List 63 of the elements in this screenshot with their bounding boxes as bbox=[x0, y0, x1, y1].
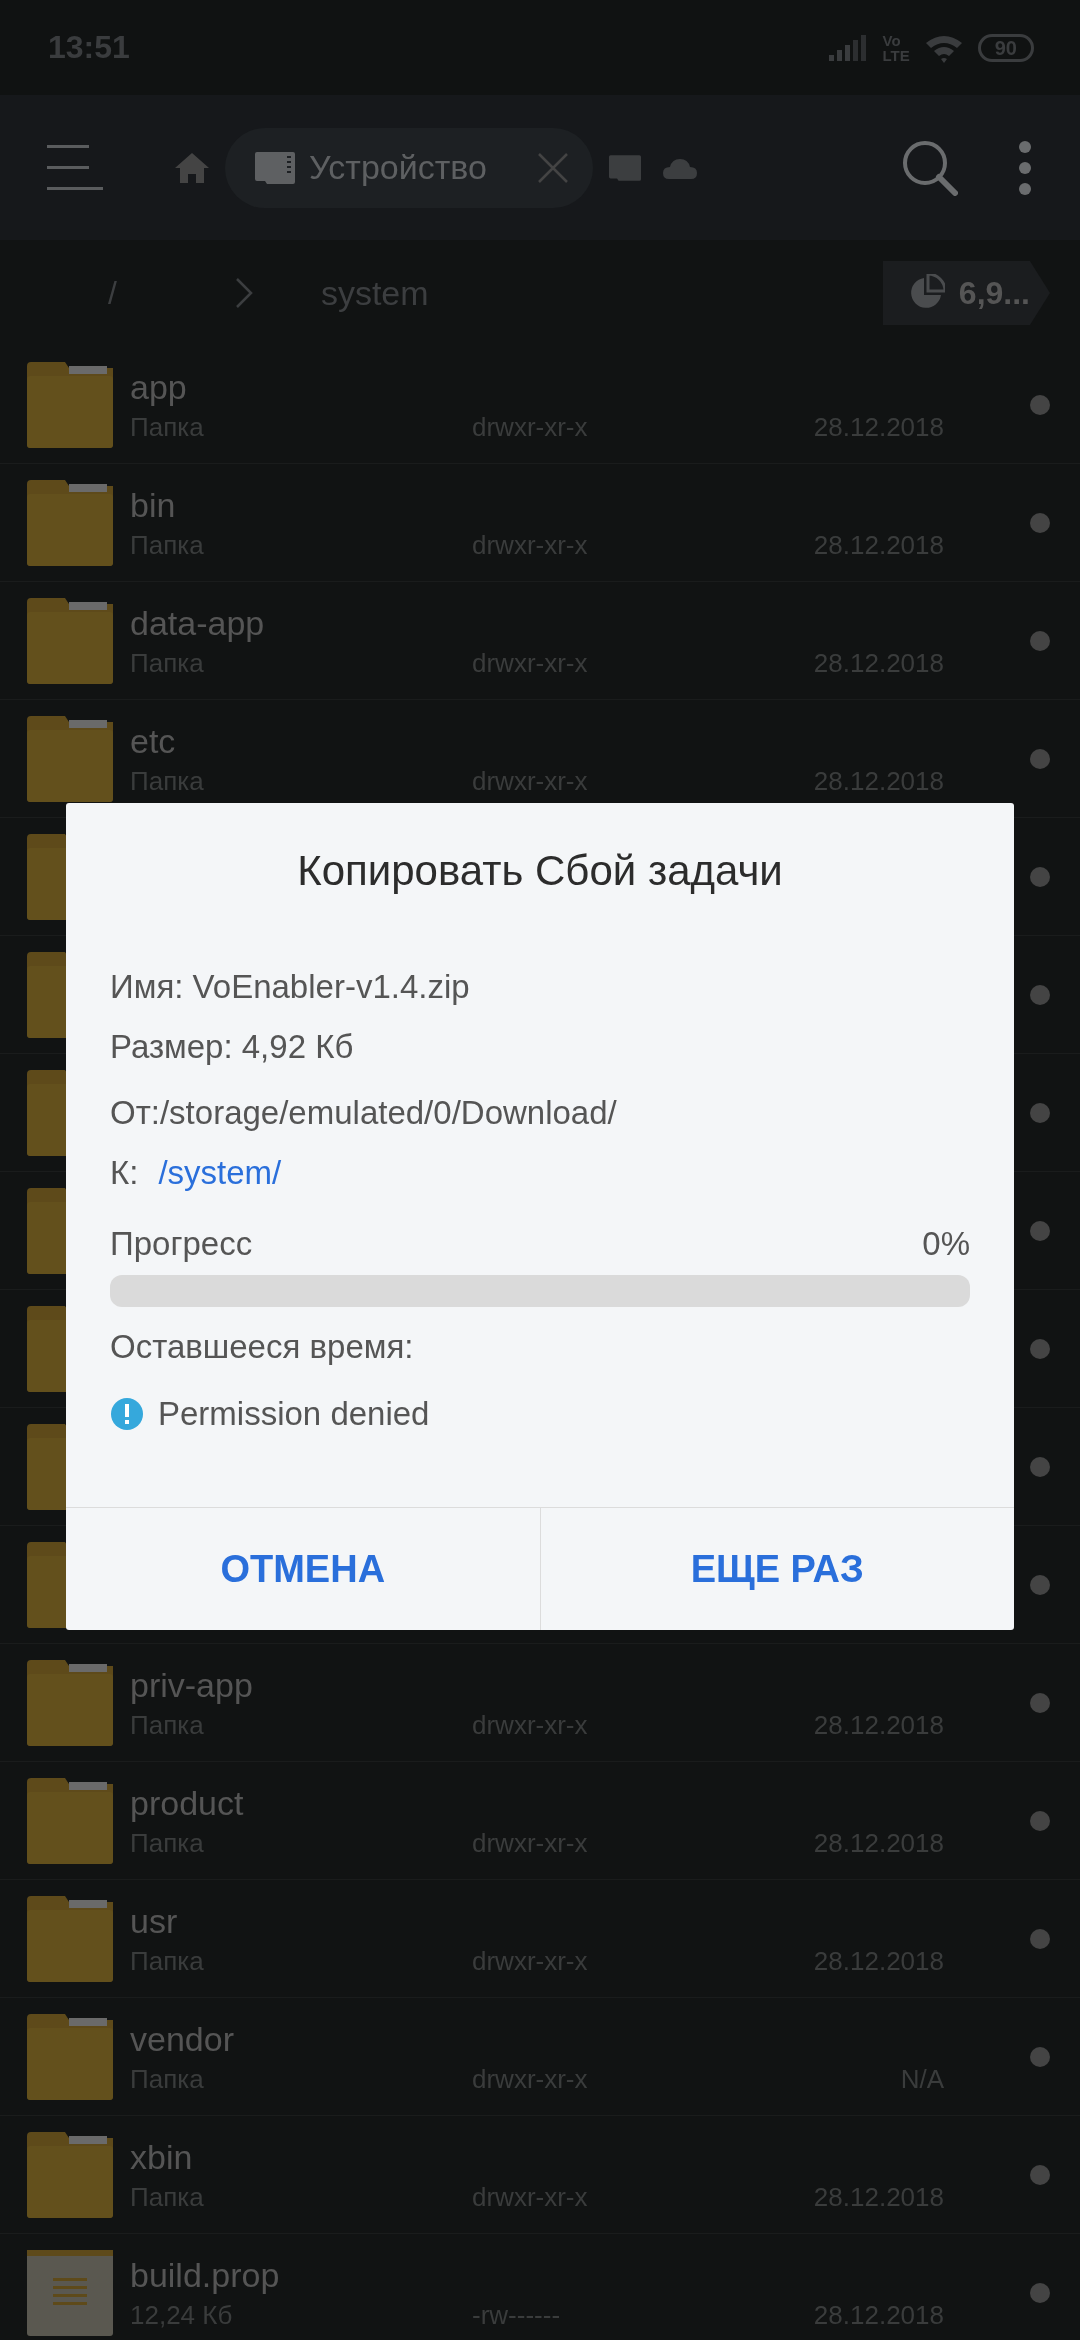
more-options-icon[interactable] bbox=[1018, 139, 1032, 196]
sd-card-icon bbox=[255, 151, 295, 184]
file-name[interactable]: etc bbox=[130, 718, 1030, 763]
sd-card-icon[interactable] bbox=[608, 153, 641, 182]
select-dot-icon[interactable] bbox=[1030, 1456, 1050, 1477]
folder-icon bbox=[27, 361, 113, 448]
progress-value: 0% bbox=[922, 1224, 970, 1264]
folder-icon bbox=[27, 715, 113, 802]
select-dot-icon[interactable] bbox=[1030, 2164, 1050, 2185]
cancel-button[interactable]: ОТМЕНА bbox=[66, 1508, 540, 1630]
folder-icon bbox=[27, 2013, 113, 2100]
select-dot-icon[interactable] bbox=[1030, 2046, 1050, 2067]
file-name[interactable]: app bbox=[130, 364, 1030, 409]
select-dot-icon[interactable] bbox=[1030, 984, 1050, 1005]
select-dot-icon[interactable] bbox=[1030, 1220, 1050, 1241]
location-tab[interactable]: Устройство bbox=[225, 127, 593, 208]
file-name[interactable]: priv-app bbox=[130, 1662, 1030, 1707]
select-dot-icon[interactable] bbox=[1030, 394, 1050, 415]
folder-icon bbox=[27, 1659, 113, 1746]
select-dot-icon[interactable] bbox=[1030, 2282, 1050, 2303]
cloud-icon[interactable] bbox=[662, 156, 697, 179]
select-dot-icon[interactable] bbox=[1030, 1574, 1050, 1595]
select-dot-icon[interactable] bbox=[1030, 630, 1050, 651]
storage-usage-button[interactable]: 6,9... bbox=[882, 261, 1050, 325]
remaining-time-label: Оставшееся время: bbox=[110, 1327, 415, 1367]
select-dot-icon[interactable] bbox=[1030, 1928, 1050, 1949]
close-icon[interactable] bbox=[536, 151, 569, 184]
select-dot-icon[interactable] bbox=[1030, 748, 1050, 769]
error-message: Permission denied bbox=[158, 1395, 430, 1433]
home-icon[interactable] bbox=[175, 152, 209, 183]
menu-icon[interactable] bbox=[47, 144, 103, 191]
folder-icon bbox=[27, 479, 113, 566]
destination-label: К: bbox=[110, 1153, 139, 1193]
breadcrumb-root[interactable]: / bbox=[108, 274, 117, 312]
file-size-label: Размер: 4,92 Кб bbox=[110, 1027, 355, 1067]
select-dot-icon[interactable] bbox=[1030, 866, 1050, 887]
file-name[interactable]: data-app bbox=[130, 600, 1030, 645]
folder-icon bbox=[27, 1777, 113, 1864]
folder-icon bbox=[27, 2131, 113, 2218]
file-name[interactable]: vendor bbox=[130, 2016, 1030, 2061]
select-dot-icon[interactable] bbox=[1030, 1810, 1050, 1831]
select-dot-icon[interactable] bbox=[1030, 512, 1050, 533]
file-name-label: Имя: VoEnabler-v1.4.zip bbox=[110, 967, 471, 1007]
search-icon[interactable] bbox=[902, 139, 958, 196]
info-icon bbox=[110, 1397, 144, 1431]
folder-icon bbox=[27, 1895, 113, 1982]
signal-icon bbox=[828, 34, 869, 61]
source-path-label: От:/storage/emulated/0/Download/ bbox=[110, 1093, 618, 1133]
file-name[interactable]: bin bbox=[130, 482, 1030, 527]
file-name[interactable]: build.prop bbox=[130, 2252, 1030, 2297]
chevron-right-icon bbox=[234, 277, 253, 309]
retry-button[interactable]: ЕЩЕ РАЗ bbox=[539, 1508, 1014, 1630]
destination-link[interactable]: /system/ bbox=[158, 1143, 282, 1203]
file-name[interactable]: usr bbox=[130, 1898, 1030, 1943]
text-file-icon bbox=[27, 2249, 113, 2336]
file-name[interactable]: xbin bbox=[130, 2134, 1030, 2179]
folder-icon bbox=[27, 597, 113, 684]
progress-label: Прогресс bbox=[110, 1224, 253, 1264]
select-dot-icon[interactable] bbox=[1030, 1692, 1050, 1713]
select-dot-icon[interactable] bbox=[1030, 1102, 1050, 1123]
dialog-title: Копировать Сбой задачи bbox=[296, 847, 784, 895]
select-dot-icon[interactable] bbox=[1030, 1338, 1050, 1359]
file-name[interactable]: product bbox=[130, 1780, 1030, 1825]
